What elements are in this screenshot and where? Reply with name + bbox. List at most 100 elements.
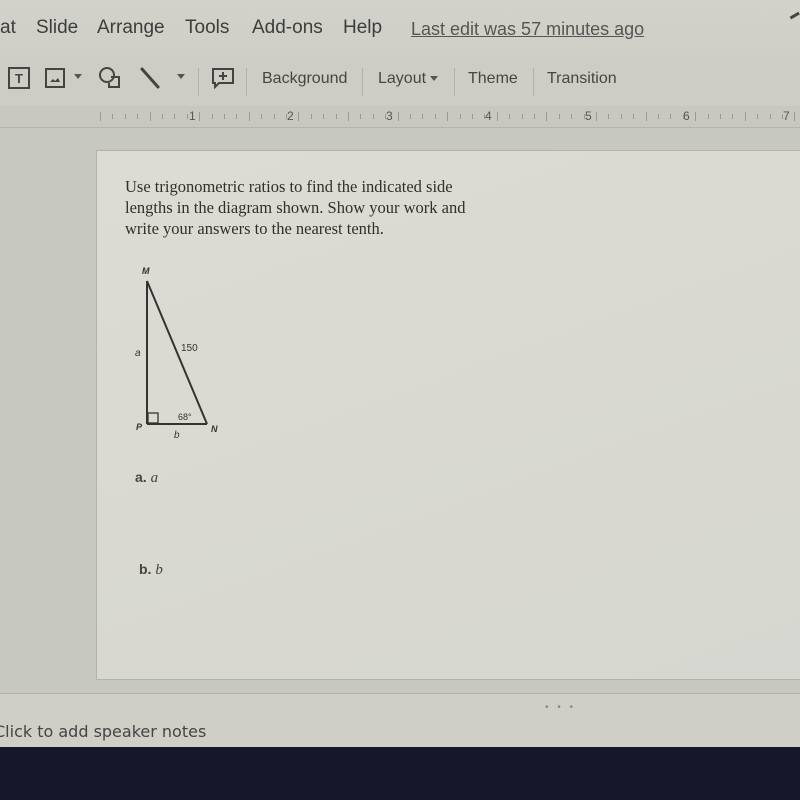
ruler-tick xyxy=(199,112,201,121)
ruler-number: 1 xyxy=(189,109,196,123)
menu-slide[interactable]: Slide xyxy=(36,17,78,39)
ruler-tick xyxy=(286,114,287,119)
vertex-m: M xyxy=(142,266,150,276)
background-button[interactable]: Background xyxy=(262,70,347,88)
problem-line: Use trigonometric ratios to find the ind… xyxy=(125,177,453,196)
ruler-tick xyxy=(434,114,436,119)
edge-mark xyxy=(789,11,800,21)
ruler-tick xyxy=(236,114,238,119)
ruler-tick xyxy=(732,114,734,119)
ruler-number: 3 xyxy=(386,109,393,123)
ruler-tick xyxy=(769,114,771,119)
ruler-tick xyxy=(509,114,511,119)
ruler-number: 4 xyxy=(485,109,492,123)
ruler-number: 2 xyxy=(287,109,294,123)
ruler-tick xyxy=(100,112,101,121)
ruler-tick xyxy=(682,114,684,119)
ruler-tick xyxy=(757,114,759,119)
svg-text:T: T xyxy=(15,71,23,86)
ruler-tick xyxy=(633,114,635,119)
ruler-tick xyxy=(546,112,548,121)
ruler-tick xyxy=(323,114,325,119)
part-b-label: b. b xyxy=(139,561,163,579)
side-label-hypotenuse: 150 xyxy=(181,343,198,354)
ruler-tick xyxy=(372,114,374,119)
ruler-tick xyxy=(186,114,188,119)
ruler-tick xyxy=(620,114,622,119)
ruler-tick xyxy=(521,114,523,119)
menu-tools[interactable]: Tools xyxy=(185,17,229,39)
slide[interactable]: Use trigonometric ratios to find the ind… xyxy=(96,150,800,680)
ruler-tick xyxy=(608,114,610,119)
ruler-tick xyxy=(782,114,783,119)
screen-bezel xyxy=(0,747,800,800)
ruler-tick xyxy=(459,114,461,119)
comment-icon[interactable] xyxy=(211,67,235,89)
ruler-tick xyxy=(583,114,585,119)
ruler-tick xyxy=(137,114,139,119)
problem-line: lengths in the diagram shown. Show your … xyxy=(125,198,466,217)
image-icon[interactable] xyxy=(44,67,66,89)
ruler-tick xyxy=(261,114,263,119)
ruler-tick xyxy=(298,112,300,121)
ruler-tick xyxy=(149,112,151,121)
toolbar-divider xyxy=(198,68,199,96)
ruler-tick xyxy=(348,112,349,121)
text-box-icon[interactable]: T xyxy=(7,66,31,90)
menu-add-ons[interactable]: Add-ons xyxy=(252,17,323,39)
problem-instructions: Use trigonometric ratios to find the ind… xyxy=(125,176,545,239)
ruler-tick xyxy=(410,114,411,119)
ruler-tick xyxy=(310,114,312,119)
horizontal-ruler[interactable]: 1 2 3 4 5 6 7 xyxy=(0,106,800,128)
ruler-tick xyxy=(422,114,424,119)
ruler-tick xyxy=(397,112,399,121)
transition-button[interactable]: Transition xyxy=(547,70,617,88)
speaker-notes-panel: • • • Click to add speaker notes xyxy=(0,693,800,747)
part-a-label: a. a xyxy=(135,469,158,487)
theme-button[interactable]: Theme xyxy=(468,70,518,88)
menu-arrange[interactable]: Arrange xyxy=(97,17,165,39)
ruler-tick xyxy=(360,114,362,119)
ruler-tick xyxy=(385,114,387,119)
ruler-tick xyxy=(558,114,560,119)
image-dropdown-icon[interactable] xyxy=(70,74,82,79)
ruler-tick xyxy=(596,112,597,121)
ruler-tick xyxy=(658,114,659,119)
ruler-tick xyxy=(707,114,709,119)
ruler-tick xyxy=(224,114,225,119)
layout-button[interactable]: Layout xyxy=(378,70,439,88)
toolbar-divider xyxy=(454,68,455,96)
toolbar-divider xyxy=(246,68,247,96)
ruler-tick xyxy=(162,114,163,119)
shape-icon[interactable] xyxy=(97,65,123,91)
ruler-tick xyxy=(472,114,473,119)
speaker-notes-input[interactable]: Click to add speaker notes xyxy=(0,722,206,741)
side-label-a: a xyxy=(135,348,141,359)
line-icon[interactable] xyxy=(138,65,162,91)
chevron-down-icon xyxy=(430,76,439,82)
ruler-tick xyxy=(335,114,337,119)
toolbar-divider xyxy=(362,68,363,96)
part-letter: a. xyxy=(135,469,147,485)
menu-format[interactable]: at xyxy=(0,17,16,39)
ruler-tick xyxy=(744,112,746,121)
notes-resize-handle[interactable]: • • • xyxy=(545,702,576,713)
part-variable: b xyxy=(155,562,163,578)
ruler-number: 5 xyxy=(585,109,592,123)
problem-line: write your answers to the nearest tenth. xyxy=(125,219,384,238)
ruler-tick xyxy=(534,114,535,119)
ruler-tick xyxy=(112,114,114,119)
ruler-tick xyxy=(645,112,647,121)
ruler-number: 6 xyxy=(683,109,690,123)
ruler-tick xyxy=(571,114,573,119)
vertex-n: N xyxy=(211,424,218,434)
menu-help[interactable]: Help xyxy=(343,17,382,39)
line-dropdown-icon[interactable] xyxy=(173,74,185,79)
layout-label: Layout xyxy=(378,70,427,87)
toolbar-divider xyxy=(533,68,534,96)
ruler-tick xyxy=(174,114,176,119)
ruler-number: 7 xyxy=(783,109,790,123)
last-edit-link[interactable]: Last edit was 57 minutes ago xyxy=(411,19,644,40)
part-variable: a xyxy=(150,470,159,486)
ruler-tick xyxy=(273,114,275,119)
